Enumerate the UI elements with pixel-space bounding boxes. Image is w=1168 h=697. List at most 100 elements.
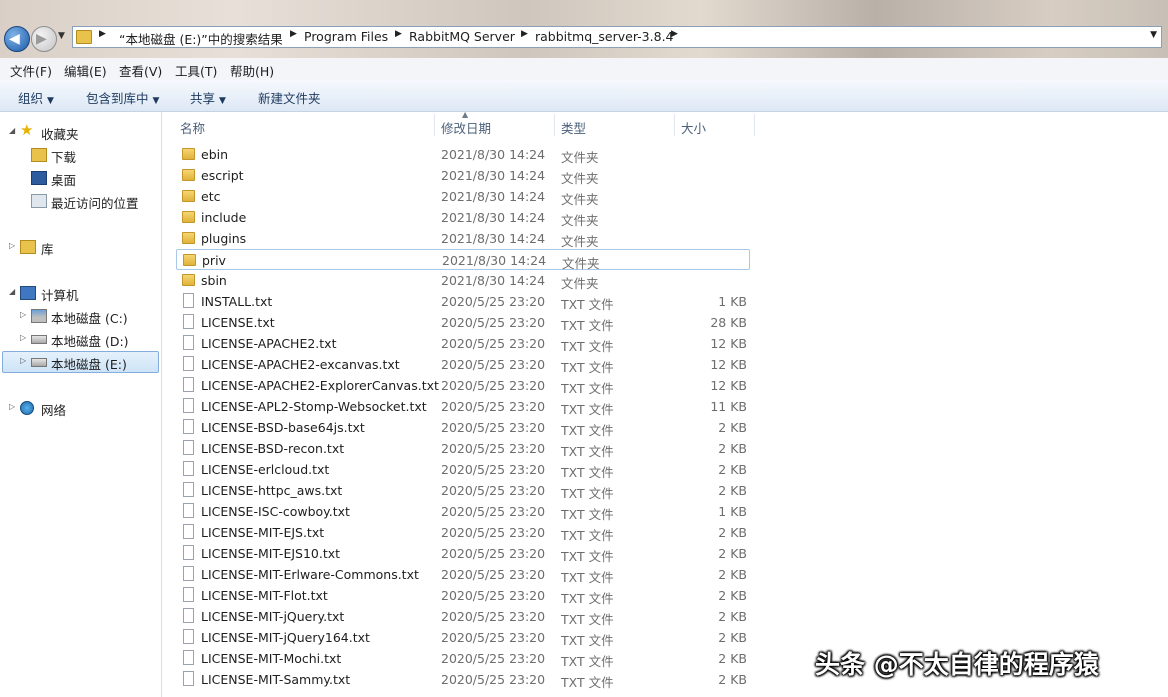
- file-date: 2020/5/25 23:20: [441, 441, 546, 456]
- column-header-name[interactable]: 名称: [180, 118, 205, 137]
- file-name: sbin: [201, 273, 227, 288]
- folder-icon: [76, 30, 92, 44]
- column-header-date[interactable]: 修改日期: [441, 118, 491, 137]
- file-row[interactable]: LICENSE-MIT-Flot.txt 2020/5/25 23:20 TXT 文…: [176, 585, 750, 606]
- file-type: TXT 文件: [561, 423, 614, 438]
- menu-file[interactable]: 文件(F): [10, 61, 52, 80]
- nav-label: 桌面: [51, 173, 77, 188]
- column-divider[interactable]: [554, 114, 555, 136]
- file-row[interactable]: INSTALL.txt 2020/5/25 23:20 TXT 文件 1 KB: [176, 291, 750, 312]
- downloads-folder-icon: [31, 148, 47, 162]
- file-row[interactable]: LICENSE-MIT-Mochi.txt 2020/5/25 23:20 TXT …: [176, 648, 750, 669]
- history-dropdown-icon[interactable]: ▼: [58, 31, 65, 41]
- file-name: include: [201, 210, 247, 225]
- drive-icon: [31, 335, 47, 344]
- text-file-icon: [183, 650, 194, 665]
- menu-edit[interactable]: 编辑(E): [64, 61, 107, 80]
- folder-row[interactable]: ebin 2021/8/30 14:24 文件夹: [176, 144, 750, 165]
- include-library-label: 包含到库中: [86, 91, 149, 106]
- folder-row[interactable]: priv 2021/8/30 14:24 文件夹: [176, 249, 750, 271]
- file-row[interactable]: LICENSE-ISC-cowboy.txt 2020/5/25 23:20 TXT…: [176, 501, 750, 522]
- file-row[interactable]: LICENSE-APL2-Stomp-Websocket.txt 2020/5/2…: [176, 396, 750, 417]
- file-row[interactable]: LICENSE-MIT-jQuery.txt 2020/5/25 23:20 TXT…: [176, 606, 750, 627]
- collapse-icon[interactable]: ◢: [9, 287, 15, 296]
- expand-icon[interactable]: ▷: [9, 241, 15, 250]
- menu-tools[interactable]: 工具(T): [175, 61, 217, 80]
- address-bar[interactable]: ▶ “本地磁盘 (E:)”中的搜索结果 ▶ Program Files ▶ Ra…: [72, 26, 1162, 48]
- column-divider[interactable]: [434, 114, 435, 136]
- file-type: TXT 文件: [561, 339, 614, 354]
- include-in-library-button[interactable]: 包含到库中 ▼: [86, 88, 159, 107]
- breadcrumb-separator-icon[interactable]: ▶: [290, 29, 297, 39]
- nav-label: 本地磁盘 (C:): [51, 311, 128, 326]
- breadcrumb-rabbitmq-server[interactable]: RabbitMQ Server: [409, 29, 515, 44]
- file-row[interactable]: LICENSE-APACHE2-excanvas.txt 2020/5/25 23…: [176, 354, 750, 375]
- file-row[interactable]: LICENSE-MIT-EJS10.txt 2020/5/25 23:20 TXT …: [176, 543, 750, 564]
- column-divider[interactable]: [754, 114, 755, 136]
- file-type: 文件夹: [561, 171, 599, 186]
- folder-row[interactable]: sbin 2021/8/30 14:24 文件夹: [176, 270, 750, 291]
- breadcrumb-separator-icon[interactable]: ▶: [99, 29, 106, 39]
- address-dropdown-icon[interactable]: ▼: [1150, 30, 1157, 40]
- collapse-icon[interactable]: ◢: [9, 126, 15, 135]
- share-button[interactable]: 共享 ▼: [190, 88, 226, 107]
- file-row[interactable]: LICENSE-APACHE2.txt 2020/5/25 23:20 TXT 文件…: [176, 333, 750, 354]
- file-type: 文件夹: [561, 213, 599, 228]
- file-type: 文件夹: [561, 276, 599, 291]
- system-drive-icon: [31, 309, 47, 323]
- text-file-icon: [183, 314, 194, 329]
- file-name: escript: [201, 168, 244, 183]
- file-size: 2 KB: [718, 651, 747, 666]
- watermark-text: 头条 @不太自律的程序猿: [815, 650, 1099, 679]
- folder-row[interactable]: plugins 2021/8/30 14:24 文件夹: [176, 228, 750, 249]
- breadcrumb-separator-icon[interactable]: ▶: [395, 29, 402, 39]
- menu-help[interactable]: 帮助(H): [230, 61, 274, 80]
- breadcrumb-rabbitmq-version[interactable]: rabbitmq_server-3.8.4: [535, 29, 674, 44]
- file-row[interactable]: LICENSE-MIT-jQuery164.txt 2020/5/25 23:20…: [176, 627, 750, 648]
- file-date: 2020/5/25 23:20: [441, 357, 546, 372]
- expand-icon[interactable]: ▷: [9, 402, 15, 411]
- file-name: LICENSE-MIT-Flot.txt: [201, 588, 328, 603]
- organize-label: 组织: [18, 91, 44, 106]
- column-divider[interactable]: [674, 114, 675, 136]
- forward-button[interactable]: ▶: [31, 26, 57, 52]
- file-row[interactable]: LICENSE-erlcloud.txt 2020/5/25 23:20 TXT 文…: [176, 459, 750, 480]
- back-button[interactable]: ◀: [4, 26, 30, 52]
- file-row[interactable]: LICENSE-MIT-Erlware-Commons.txt 2020/5/25…: [176, 564, 750, 585]
- breadcrumb-search-results[interactable]: “本地磁盘 (E:)”中的搜索结果: [119, 29, 283, 48]
- file-row[interactable]: LICENSE.txt 2020/5/25 23:20 TXT 文件 28 KB: [176, 312, 750, 333]
- file-row[interactable]: LICENSE-MIT-Sammy.txt 2020/5/25 23:20 TXT …: [176, 669, 750, 690]
- menu-bar: 文件(F) 编辑(E) 查看(V) 工具(T) 帮助(H): [0, 58, 1168, 80]
- menu-view[interactable]: 查看(V): [119, 61, 162, 80]
- expand-icon[interactable]: ▷: [20, 333, 26, 342]
- file-date: 2021/8/30 14:24: [442, 253, 547, 268]
- file-name: LICENSE-APACHE2-excanvas.txt: [201, 357, 400, 372]
- file-row[interactable]: LICENSE-httpc_aws.txt 2020/5/25 23:20 TXT …: [176, 480, 750, 501]
- file-date: 2021/8/30 14:24: [441, 189, 546, 204]
- file-row[interactable]: LICENSE-BSD-base64js.txt 2020/5/25 23:20 T…: [176, 417, 750, 438]
- folder-row[interactable]: escript 2021/8/30 14:24 文件夹: [176, 165, 750, 186]
- file-name: plugins: [201, 231, 247, 246]
- expand-icon[interactable]: ▷: [20, 310, 26, 319]
- file-row[interactable]: LICENSE-MIT-EJS.txt 2020/5/25 23:20 TXT 文件…: [176, 522, 750, 543]
- text-file-icon: [183, 482, 194, 497]
- file-row[interactable]: LICENSE-BSD-recon.txt 2020/5/25 23:20 TXT …: [176, 438, 750, 459]
- file-size: 2 KB: [718, 525, 747, 540]
- folder-row[interactable]: etc 2021/8/30 14:24 文件夹: [176, 186, 750, 207]
- file-name: LICENSE-BSD-recon.txt: [201, 441, 345, 456]
- desktop-icon: [31, 171, 47, 185]
- breadcrumb-program-files[interactable]: Program Files: [304, 29, 388, 44]
- column-header-size[interactable]: 大小: [681, 118, 706, 137]
- breadcrumb-separator-icon[interactable]: ▶: [521, 29, 528, 39]
- column-header-type[interactable]: 类型: [561, 118, 586, 137]
- forward-arrow-icon: ▶: [36, 31, 47, 47]
- file-row[interactable]: LICENSE-APACHE2-ExplorerCanvas.txt 2020/5…: [176, 375, 750, 396]
- folder-row[interactable]: include 2021/8/30 14:24 文件夹: [176, 207, 750, 228]
- folder-icon: [182, 148, 195, 160]
- breadcrumb-separator-icon[interactable]: ▶: [671, 29, 678, 39]
- new-folder-button[interactable]: 新建文件夹: [258, 88, 321, 107]
- file-name: LICENSE-httpc_aws.txt: [201, 483, 343, 498]
- organize-button[interactable]: 组织 ▼: [18, 88, 54, 107]
- expand-icon[interactable]: ▷: [20, 356, 26, 365]
- file-date: 2021/8/30 14:24: [441, 273, 546, 288]
